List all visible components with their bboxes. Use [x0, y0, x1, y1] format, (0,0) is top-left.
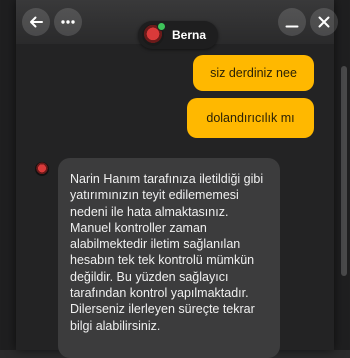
- message-text: Narin Hanım tarafınıza iletildiği gibi y…: [70, 172, 264, 333]
- online-status-dot: [157, 22, 166, 31]
- incoming-message[interactable]: Narin Hanım tarafınıza iletildiği gibi y…: [58, 158, 280, 358]
- close-button[interactable]: [310, 8, 338, 36]
- message-text: siz derdiniz nee: [210, 66, 297, 80]
- minus-icon: [284, 14, 300, 30]
- arrow-left-icon: [28, 14, 44, 30]
- contact-chip[interactable]: Berna: [138, 21, 219, 49]
- chat-window: Berna siz derdiniz nee dolandırıcılık mı…: [16, 0, 338, 358]
- contact-name: Berna: [172, 28, 207, 42]
- outgoing-message[interactable]: dolandırıcılık mı: [187, 98, 314, 138]
- minimize-button[interactable]: [278, 8, 306, 36]
- page-scrollbar[interactable]: [341, 66, 347, 276]
- close-icon: [316, 14, 332, 30]
- sender-avatar: [35, 162, 49, 176]
- outgoing-message[interactable]: siz derdiniz nee: [193, 55, 314, 91]
- back-button[interactable]: [22, 8, 50, 36]
- more-options-button[interactable]: [54, 8, 82, 36]
- three-dots-icon: [60, 14, 76, 30]
- contact-avatar-wrapper: [142, 22, 166, 46]
- message-text: dolandırıcılık mı: [206, 111, 295, 125]
